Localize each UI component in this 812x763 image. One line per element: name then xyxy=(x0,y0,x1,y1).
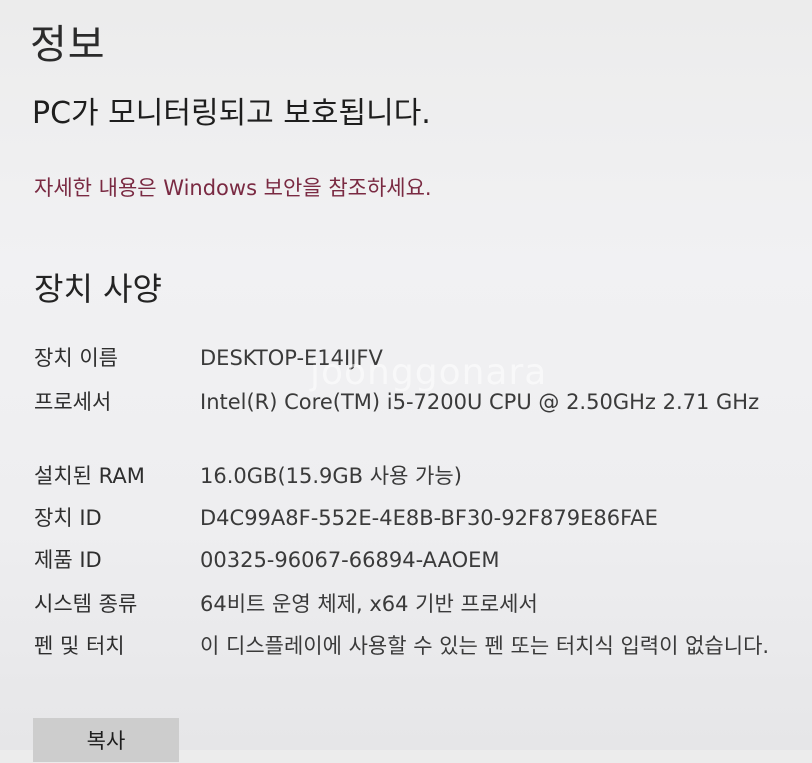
about-page: 정보 PC가 모니터링되고 보호됩니다. 자세한 내용은 Windows 보안을… xyxy=(0,0,812,762)
spec-value: DESKTOP-E14IJFV xyxy=(200,346,383,370)
protection-status-text: PC가 모니터링되고 보호됩니다. xyxy=(32,96,431,131)
page-title: 정보 xyxy=(30,22,106,68)
spec-label: 프로세서 xyxy=(34,390,112,414)
spec-label: 장치 이름 xyxy=(34,346,118,370)
spec-label: 시스템 종류 xyxy=(34,592,138,616)
spec-value: D4C99A8F-552E-4E8B-BF30-92F879E86FAE xyxy=(200,506,658,530)
spec-value: 16.0GB(15.9GB 사용 가능) xyxy=(200,464,462,488)
spec-value: Intel(R) Core(TM) i5-7200U CPU @ 2.50GHz… xyxy=(200,390,760,414)
windows-security-link[interactable]: 자세한 내용은 Windows 보안을 참조하세요. xyxy=(34,172,432,202)
spec-label: 장치 ID xyxy=(34,506,102,530)
device-specs-heading: 장치 사양 xyxy=(34,270,162,308)
spec-value: 64비트 운영 체제, x64 기반 프로세서 xyxy=(200,592,538,616)
spec-label: 제품 ID xyxy=(34,548,102,572)
spec-value: 00325-96067-66894-AAOEM xyxy=(200,548,500,572)
spec-value: 이 디스플레이에 사용할 수 있는 펜 또는 터치식 입력이 없습니다. xyxy=(200,634,770,658)
spec-label: 펜 및 터치 xyxy=(34,634,125,658)
spec-label: 설치된 RAM xyxy=(34,464,145,488)
copy-button[interactable]: 복사 xyxy=(33,718,179,762)
